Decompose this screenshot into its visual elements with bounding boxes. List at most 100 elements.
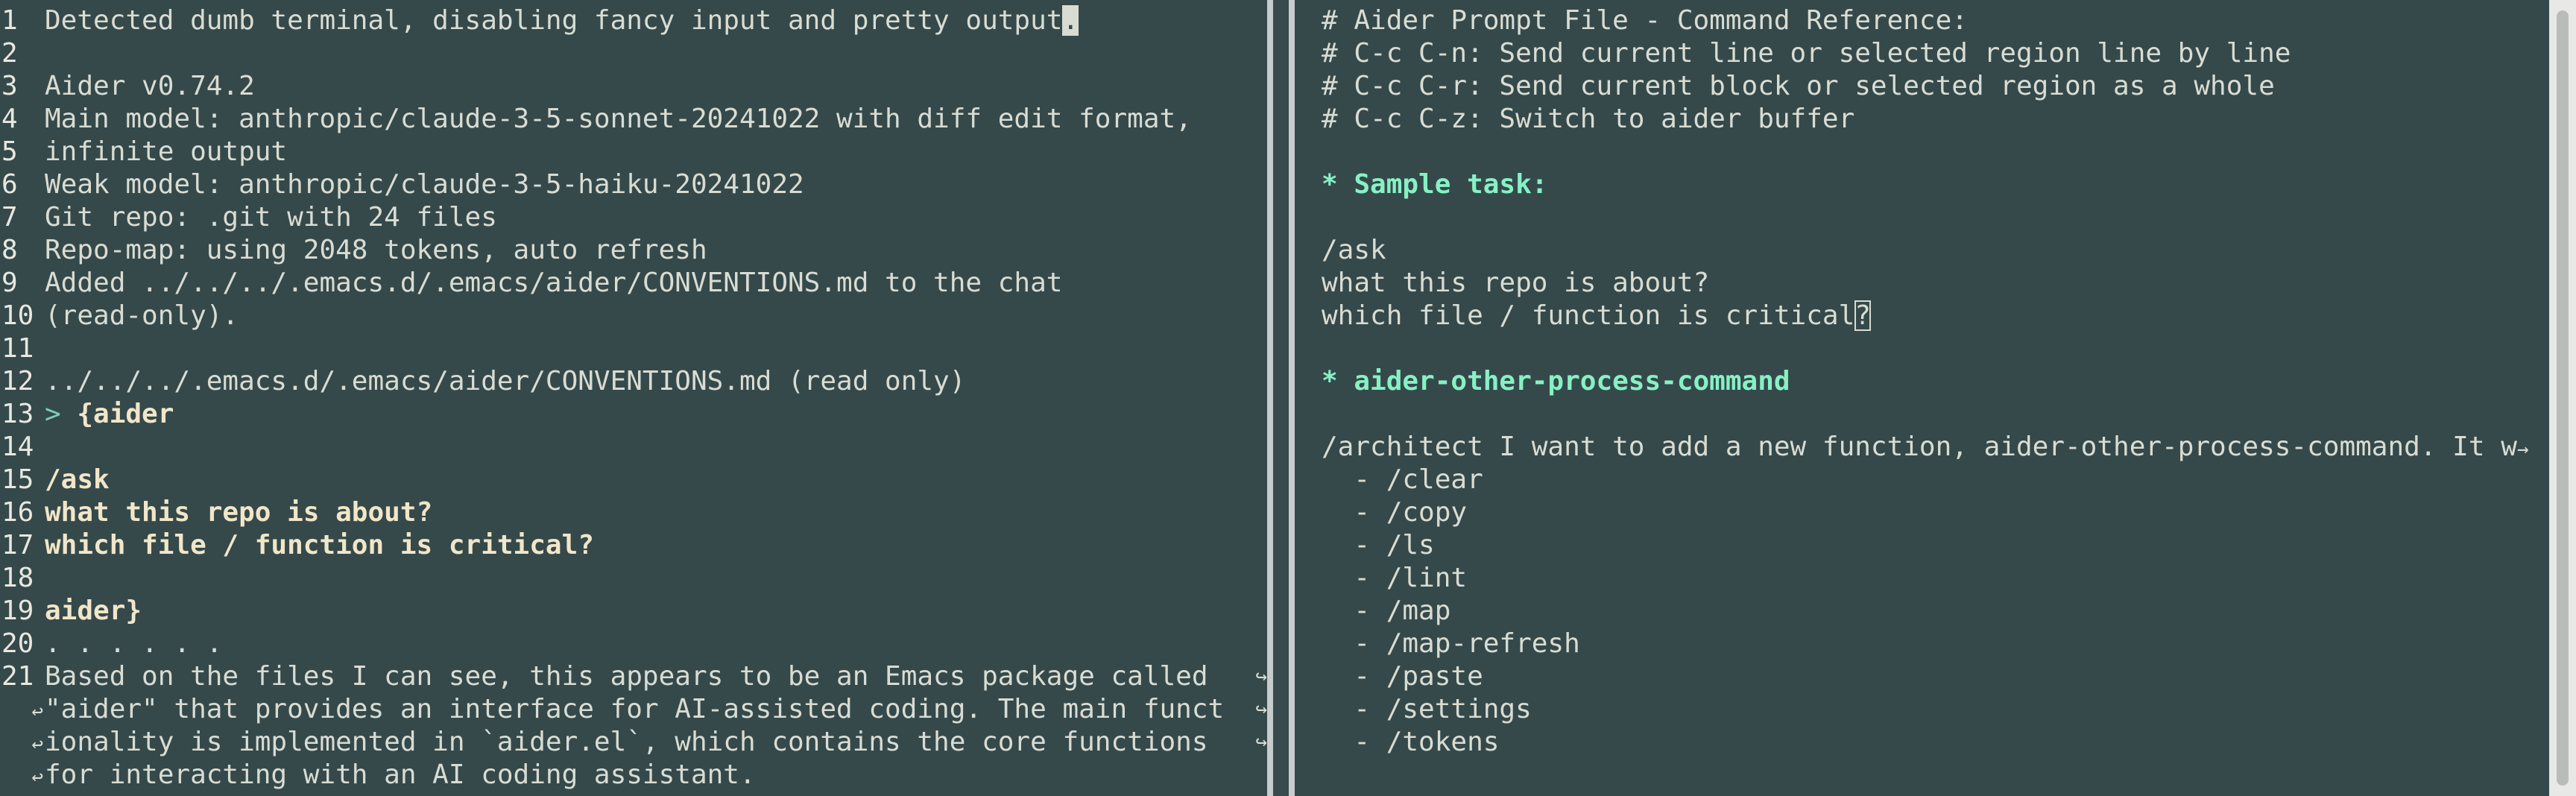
comment-line: # C-c C-n: Send current line or selected… (1322, 38, 2291, 69)
line-4: 4 Main model: anthropic/claude-3-5-sonnet… (0, 103, 1267, 136)
line-number: 13 (1, 399, 34, 429)
user-input: which file / function is critical? (45, 530, 594, 560)
org-heading[interactable]: * aider-other-process-command (1295, 365, 2549, 398)
line-number: 14 (1, 432, 34, 462)
continuation-arrow-icon: ↩ (31, 701, 43, 723)
truncation-arrow-icon: → (2516, 438, 2529, 461)
line-number: 11 (1, 333, 34, 364)
line-number: 3 (1, 71, 18, 101)
line-21: 21 Based on the files I can see, this app… (0, 660, 1267, 693)
line-number: 10 (1, 300, 34, 331)
line-number: 2 (1, 38, 18, 69)
line-number: 4 (1, 104, 18, 134)
comment-line: # Aider Prompt File - Command Reference: (1322, 5, 1968, 36)
prompt-line[interactable]: what this repo is about? (1295, 267, 2549, 300)
window-fringe (1273, 0, 1289, 796)
list-item[interactable]: - /paste (1295, 660, 2549, 693)
line-number: 19 (1, 596, 34, 626)
line-13: 13 > {aider (0, 398, 1267, 431)
line-7: 7 Git repo: .git with 24 files (0, 201, 1267, 234)
list-item[interactable]: - /copy (1295, 496, 2549, 529)
line-10: 10 (read-only). (0, 300, 1267, 332)
prompt-line[interactable]: which file / function is critical? (1295, 300, 2549, 332)
list-item[interactable]: - /tokens (1295, 726, 2549, 759)
input-prompt: > (45, 399, 78, 429)
line-8: 8 Repo-map: using 2048 tokens, auto refre… (0, 234, 1267, 267)
line-21-cont-1: ↩"aider" that provides an interface for … (0, 693, 1267, 726)
line-14: 14 (0, 431, 1267, 464)
user-input: what this repo is about? (45, 497, 433, 528)
prompt-line[interactable]: /ask (1295, 234, 2549, 267)
line-number: 1 (1, 5, 18, 36)
main-model-info: Main model: anthropic/claude-3-5-sonnet-… (45, 104, 1192, 134)
prompt-line[interactable]: /architect I want to add a new function,… (1295, 431, 2549, 464)
prompt-text: /architect I want to add a new function,… (1322, 432, 2517, 462)
line-15: 15/ask (0, 464, 1267, 496)
list-item[interactable]: - /lint (1295, 562, 2549, 595)
line-text: Added ../../../.emacs.d/.emacs/aider/CON… (45, 268, 1063, 298)
line-number: 8 (1, 235, 18, 265)
comment-line: # C-c C-r: Send current block or selecte… (1322, 71, 2275, 101)
emacs-frame: 1 Detected dumb terminal, disabling fancy… (0, 0, 2576, 796)
vertical-scrollbar[interactable] (2549, 0, 2576, 796)
progress-dots: . . . . . . (45, 628, 223, 659)
scrollbar-thumb[interactable] (2557, 10, 2569, 786)
line-6: 6 Weak model: anthropic/claude-3-5-haiku-… (0, 168, 1267, 201)
line-9: 9 Added ../../../.emacs.d/.emacs/aider/CO… (0, 267, 1267, 300)
aider-session-pane[interactable]: 1 Detected dumb terminal, disabling fancy… (0, 0, 1267, 796)
comment-line: # C-c C-z: Switch to aider buffer (1322, 104, 1855, 134)
prompt-file-pane[interactable]: # Aider Prompt File - Command Reference:… (1295, 0, 2549, 796)
user-input: aider} (45, 596, 142, 626)
window-divider[interactable] (1267, 0, 1273, 796)
line-2: 2 (0, 37, 1267, 70)
line-18: 18 (0, 562, 1267, 595)
weak-model-info: Weak model: anthropic/claude-3-5-haiku-2… (45, 169, 804, 200)
org-heading[interactable]: * Sample task: (1295, 168, 2549, 201)
line-20: 20 . . . . . . (0, 628, 1267, 660)
git-repo-info: Git repo: .git with 24 files (45, 202, 497, 233)
list-item[interactable]: - /settings (1295, 693, 2549, 726)
wrap-arrow-icon: ↪ (1255, 666, 1267, 688)
line-number: 7 (1, 202, 18, 233)
user-input: {aider (77, 399, 174, 429)
line-1: 1 Detected dumb terminal, disabling fancy… (0, 4, 1267, 37)
assistant-response: ionality is implemented in `aider.el`, w… (45, 727, 1225, 757)
assistant-response: for interacting with an AI coding assist… (45, 759, 756, 790)
line-3: 3 Aider v0.74.2 (0, 70, 1267, 103)
line-text: Detected dumb terminal, disabling fancy … (45, 5, 1063, 36)
aider-version: Aider v0.74.2 (45, 71, 255, 101)
line-number: 20 (1, 628, 34, 659)
line-11: 11 (0, 332, 1267, 365)
line-19: 19 aider} (0, 595, 1267, 628)
line-12: 12 ../../../.emacs.d/.emacs/aider/CONVENT… (0, 365, 1267, 398)
line-number: 12 (1, 366, 34, 397)
list-item[interactable]: - /map-refresh (1295, 628, 2549, 660)
prompt-file-content: # Aider Prompt File - Command Reference:… (1295, 4, 2549, 759)
window-divider[interactable] (1289, 0, 1295, 796)
assistant-response: "aider" that provides an interface for A… (45, 694, 1225, 724)
list-item[interactable]: - /ls (1295, 529, 2549, 562)
line-text: (read-only). (45, 300, 239, 331)
prompt-text: which file / function is critical (1322, 300, 1855, 331)
line-16: 16 what this repo is about? (0, 496, 1267, 529)
continuation-arrow-icon: ↩ (31, 766, 43, 789)
wrap-arrow-icon: ↪ (1255, 731, 1267, 754)
line-number: 9 (1, 268, 18, 298)
wrap-arrow-icon: ↪ (1255, 698, 1267, 721)
line-number: 17 (1, 530, 34, 560)
cursor: ? (1854, 300, 1871, 331)
list-item[interactable]: - /clear (1295, 464, 2549, 496)
line-21-cont-3: ↩for interacting with an AI coding assis… (0, 759, 1267, 792)
user-input: /ask (45, 464, 110, 495)
line-text: ../../../.emacs.d/.emacs/aider/CONVENTIO… (45, 366, 966, 397)
line-text: infinite output (45, 136, 288, 167)
list-item[interactable]: - /map (1295, 595, 2549, 628)
line-number: 6 (1, 169, 18, 200)
line-number: 15 (1, 464, 34, 495)
line-17: 17 which file / function is critical? (0, 529, 1267, 562)
line-number: 18 (1, 563, 34, 593)
assistant-response: Based on the files I can see, this appea… (45, 661, 1225, 692)
line-21-cont-2: ↩ionality is implemented in `aider.el`, … (0, 726, 1267, 759)
